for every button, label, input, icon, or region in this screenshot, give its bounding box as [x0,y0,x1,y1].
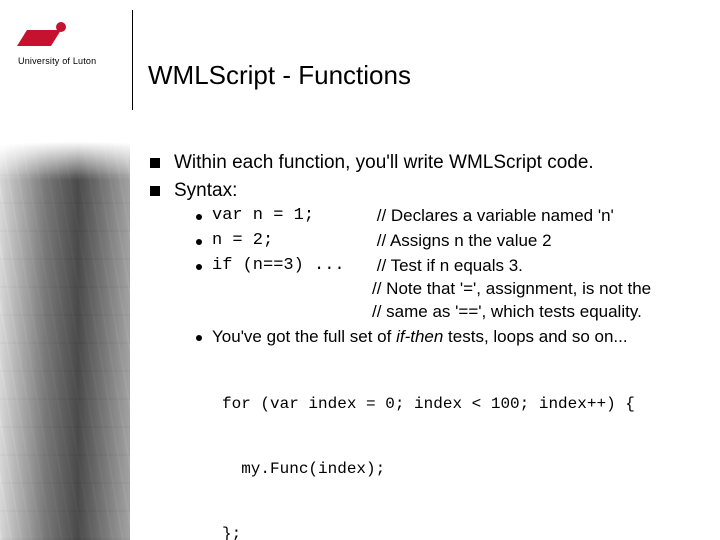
dot-bullet-icon [196,239,202,245]
dot-bullet-icon [196,264,202,270]
comment-2: // Assigns n the value 2 [377,230,552,253]
for-line-3: }; [222,524,690,540]
code-line-3: if (n==3) ... [212,255,372,278]
brand-logo: University of Luton [18,22,128,66]
logo-text: University of Luton [18,56,128,66]
dot-bullet-icon [196,214,202,220]
bullet-2-text: Syntax: [174,178,237,204]
dot-bullet-icon [196,335,202,341]
comment-1: // Declares a variable named 'n' [377,205,614,228]
background-photo [0,140,130,540]
code-row-2: n = 2; // Assigns n the value 2 [196,230,690,253]
for-line-2: my.Func(index); [222,459,690,481]
sub-bullets: var n = 1; // Declares a variable named … [196,205,690,540]
code-row-1: var n = 1; // Declares a variable named … [196,205,690,228]
logo-mark-icon [18,22,70,52]
note-prefix: You've got the full set of [212,327,396,346]
for-line-1: for (var index = 0; index < 100; index++… [222,394,690,416]
code-line-1: var n = 1; [212,205,372,228]
code-line-2: n = 2; [212,230,372,253]
slide-title-block: WMLScript - Functions [132,18,411,91]
for-block: for (var index = 0; index < 100; index++… [222,351,690,540]
bullet-2: Syntax: [150,178,690,204]
code-row-3: if (n==3) ... // Test if n equals 3. [196,255,690,278]
slide-title: WMLScript - Functions [132,18,411,91]
comment-4: // Note that '=', assignment, is not the [372,278,690,301]
bullet-1: Within each function, you'll write WMLSc… [150,150,690,176]
slide-body: Within each function, you'll write WMLSc… [150,150,690,540]
comment-3: // Test if n equals 3. [377,255,523,278]
bullet-1-text: Within each function, you'll write WMLSc… [174,150,594,176]
comment-5: // same as '==', which tests equality. [372,301,690,324]
note-suffix: tests, loops and so on... [443,327,627,346]
note-ital: if-then [396,327,443,346]
square-bullet-icon [150,158,160,168]
note-row: You've got the full set of if-then tests… [196,326,690,349]
note-text: You've got the full set of if-then tests… [212,326,628,349]
square-bullet-icon [150,186,160,196]
